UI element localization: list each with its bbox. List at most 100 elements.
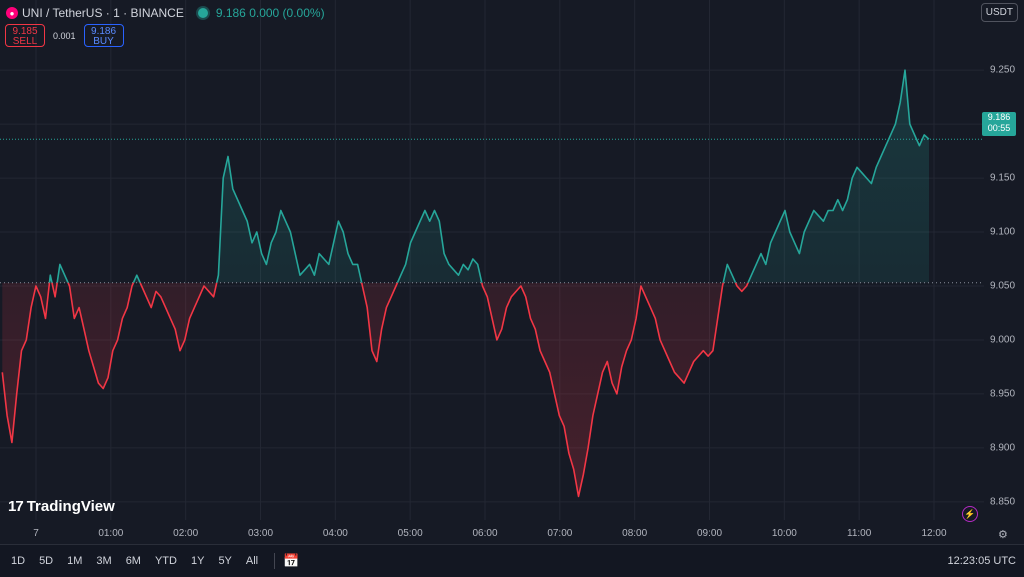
price-point xyxy=(582,474,584,476)
price-point xyxy=(592,414,594,416)
sell-button[interactable]: 9.185 SELL xyxy=(5,24,45,47)
price-point xyxy=(59,263,61,265)
price-point xyxy=(645,296,647,298)
price-point xyxy=(457,274,459,276)
utc-clock[interactable]: 12:23:05 UTC xyxy=(948,555,1016,567)
price-point xyxy=(347,252,349,254)
tradingview-mark-icon: 17 xyxy=(8,498,24,515)
trade-panel: 9.185 SELL 0.001 9.186 BUY xyxy=(5,24,124,47)
price-point xyxy=(241,209,243,211)
price-point xyxy=(179,350,181,352)
price-point xyxy=(611,382,613,384)
time-tick-label: 02:00 xyxy=(173,528,199,539)
price-point xyxy=(116,339,118,341)
price-axis[interactable]: 9.2509.2009.1509.1009.0509.0008.9508.900… xyxy=(984,0,1024,520)
price-point xyxy=(361,285,363,287)
price-point xyxy=(256,231,258,233)
symbol-header[interactable]: ● UNI / TetherUS · 1 · BINANCE 9.186 0.0… xyxy=(6,4,325,22)
price-point xyxy=(371,350,373,352)
price-point xyxy=(193,306,195,308)
area-below-baseline xyxy=(2,282,929,497)
price-point xyxy=(280,209,282,211)
price-point xyxy=(424,209,426,211)
gear-icon[interactable]: ⚙ xyxy=(998,528,1008,541)
price-point xyxy=(356,263,358,265)
range-tab-5d[interactable]: 5D xyxy=(39,555,59,567)
current-price-value: 9.186 xyxy=(987,112,1011,122)
symbol-title[interactable]: UNI / TetherUS · 1 · BINANCE xyxy=(22,6,184,20)
price-point xyxy=(289,231,291,233)
price-point xyxy=(92,366,94,368)
price-point xyxy=(688,371,690,373)
time-tick-label: 01:00 xyxy=(98,528,124,539)
price-point xyxy=(606,360,608,362)
price-point xyxy=(131,285,133,287)
price-point xyxy=(813,209,815,211)
price-point xyxy=(462,263,464,265)
price-point xyxy=(505,306,507,308)
buy-button[interactable]: 9.186 BUY xyxy=(83,24,124,47)
price-point xyxy=(40,296,42,298)
price-point xyxy=(923,134,925,136)
range-tab-1y[interactable]: 1Y xyxy=(191,555,210,567)
range-tab-ytd[interactable]: YTD xyxy=(155,555,183,567)
price-point xyxy=(587,447,589,449)
price-point xyxy=(774,231,776,233)
price-point xyxy=(44,317,46,319)
price-point xyxy=(846,199,848,201)
price-point xyxy=(755,263,757,265)
price-point xyxy=(404,263,406,265)
tradingview-logo[interactable]: 17 TradingView xyxy=(8,498,115,515)
range-tab-1m[interactable]: 1M xyxy=(67,555,88,567)
range-tab-1d[interactable]: 1D xyxy=(11,555,31,567)
range-tab-3m[interactable]: 3M xyxy=(96,555,117,567)
price-point xyxy=(577,495,579,497)
time-tick-label: 10:00 xyxy=(771,528,797,539)
range-tab-6m[interactable]: 6M xyxy=(126,555,147,567)
time-tick-label: 11:00 xyxy=(847,528,872,539)
price-point xyxy=(827,209,829,211)
price-point xyxy=(616,393,618,395)
price-tick-label: 8.950 xyxy=(990,388,1016,400)
price-point xyxy=(664,350,666,352)
price-point xyxy=(236,199,238,201)
price-point xyxy=(174,328,176,330)
price-point xyxy=(529,317,531,319)
price-point xyxy=(318,252,320,254)
price-point xyxy=(140,285,142,287)
calendar-range-icon[interactable]: 📅 xyxy=(283,553,299,569)
time-axis[interactable]: 7 01:00 02:00 03:00 04:00 05:00 06:00 07:00 08:0… xyxy=(0,520,1024,544)
price-point xyxy=(294,252,296,254)
price-point xyxy=(630,339,632,341)
price-point xyxy=(913,134,915,136)
price-point xyxy=(16,393,18,395)
price-point xyxy=(659,339,661,341)
time-tick-label: 08:00 xyxy=(622,528,648,539)
price-chart-svg[interactable] xyxy=(0,0,984,520)
price-point xyxy=(332,242,334,244)
price-point xyxy=(88,350,90,352)
price-point xyxy=(232,188,234,190)
price-point xyxy=(217,274,219,276)
price-point xyxy=(707,355,709,357)
price-tick-label: 9.050 xyxy=(990,280,1016,292)
price-chart[interactable] xyxy=(0,0,984,520)
range-tab-5y[interactable]: 5Y xyxy=(218,555,237,567)
lightning-icon[interactable]: ⚡ xyxy=(962,506,978,522)
price-point xyxy=(769,242,771,244)
price-point xyxy=(1,371,3,373)
price-point xyxy=(6,414,8,416)
time-tick-label: 04:00 xyxy=(322,528,348,539)
range-tab-all[interactable]: All xyxy=(246,555,264,567)
price-point xyxy=(673,371,675,373)
price-point xyxy=(443,252,445,254)
time-tick-label: 03:00 xyxy=(247,528,274,539)
market-status-icon[interactable] xyxy=(197,8,208,18)
price-point xyxy=(851,177,853,179)
price-point xyxy=(510,296,512,298)
price-point xyxy=(107,377,109,379)
date-range-tabs: 1D 5D 1M 3M 6M YTD 1Y 5Y All xyxy=(11,555,264,567)
ohlc-values: 9.186 0.000 (0.00%) xyxy=(215,6,325,20)
price-point xyxy=(717,317,719,319)
price-point xyxy=(481,285,483,287)
